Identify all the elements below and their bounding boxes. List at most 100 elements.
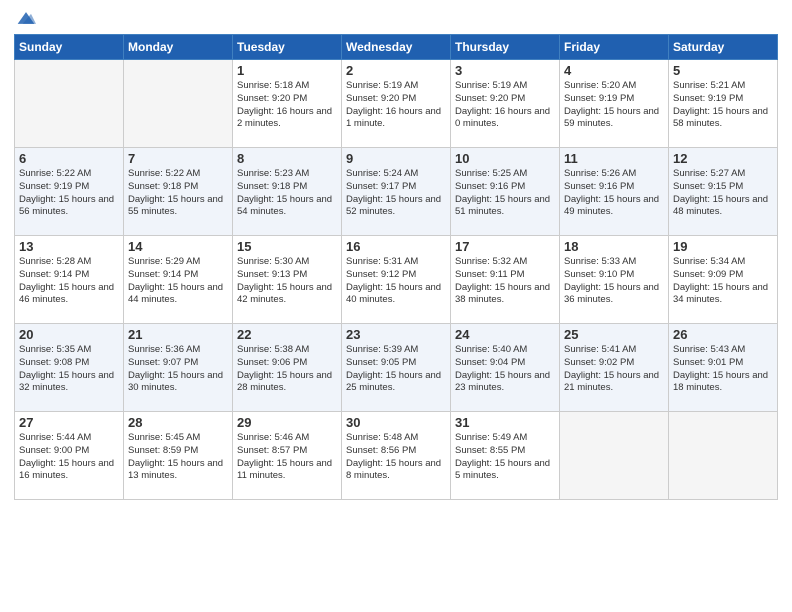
day-number: 22 <box>237 327 337 342</box>
day-number: 20 <box>19 327 119 342</box>
day-info: Sunrise: 5:24 AM Sunset: 9:17 PM Dayligh… <box>346 168 446 219</box>
day-number: 10 <box>455 151 555 166</box>
calendar-day-cell: 30 Sunrise: 5:48 AM Sunset: 8:56 PM Dayli… <box>342 412 451 500</box>
calendar-day-cell: 27 Sunrise: 5:44 AM Sunset: 9:00 PM Dayli… <box>15 412 124 500</box>
day-info: Sunrise: 5:48 AM Sunset: 8:56 PM Dayligh… <box>346 432 446 483</box>
calendar-day-cell: 16 Sunrise: 5:31 AM Sunset: 9:12 PM Dayli… <box>342 236 451 324</box>
logo-text <box>14 10 36 28</box>
day-number: 27 <box>19 415 119 430</box>
calendar-day-cell: 13 Sunrise: 5:28 AM Sunset: 9:14 PM Dayli… <box>15 236 124 324</box>
day-info: Sunrise: 5:28 AM Sunset: 9:14 PM Dayligh… <box>19 256 119 307</box>
calendar-day-cell <box>124 60 233 148</box>
calendar-day-cell: 9 Sunrise: 5:24 AM Sunset: 9:17 PM Daylig… <box>342 148 451 236</box>
day-info: Sunrise: 5:29 AM Sunset: 9:14 PM Dayligh… <box>128 256 228 307</box>
day-number: 5 <box>673 63 773 78</box>
calendar-day-cell <box>560 412 669 500</box>
calendar-week-row: 6 Sunrise: 5:22 AM Sunset: 9:19 PM Daylig… <box>15 148 778 236</box>
calendar-day-cell: 23 Sunrise: 5:39 AM Sunset: 9:05 PM Dayli… <box>342 324 451 412</box>
calendar-container: SundayMondayTuesdayWednesdayThursdayFrid… <box>0 0 792 612</box>
calendar-day-cell: 15Sunrise: 5:30 AM Sunset: 9:13 PM Dayli… <box>233 236 342 324</box>
calendar-day-cell: 4Sunrise: 5:20 AM Sunset: 9:19 PM Daylig… <box>560 60 669 148</box>
day-number: 19 <box>673 239 773 254</box>
day-info: Sunrise: 5:20 AM Sunset: 9:19 PM Dayligh… <box>564 80 664 131</box>
day-info: Sunrise: 5:31 AM Sunset: 9:12 PM Dayligh… <box>346 256 446 307</box>
day-info: Sunrise: 5:33 AM Sunset: 9:10 PM Dayligh… <box>564 256 664 307</box>
day-info: Sunrise: 5:18 AM Sunset: 9:20 PM Dayligh… <box>237 80 337 131</box>
day-number: 28 <box>128 415 228 430</box>
calendar-week-row: 1 Sunrise: 5:18 AM Sunset: 9:20 PM Daylig… <box>15 60 778 148</box>
day-number: 16 <box>346 239 446 254</box>
calendar-day-cell: 1 Sunrise: 5:18 AM Sunset: 9:20 PM Daylig… <box>233 60 342 148</box>
calendar-day-cell: 6 Sunrise: 5:22 AM Sunset: 9:19 PM Daylig… <box>15 148 124 236</box>
day-info: Sunrise: 5:32 AM Sunset: 9:11 PM Dayligh… <box>455 256 555 307</box>
calendar-week-row: 13 Sunrise: 5:28 AM Sunset: 9:14 PM Dayli… <box>15 236 778 324</box>
logo-icon <box>16 8 36 28</box>
day-number: 23 <box>346 327 446 342</box>
calendar-day-cell: 10 Sunrise: 5:25 AM Sunset: 9:16 PM Dayli… <box>451 148 560 236</box>
day-info: Sunrise: 5:26 AM Sunset: 9:16 PM Dayligh… <box>564 168 664 219</box>
calendar-day-cell: 31 Sunrise: 5:49 AM Sunset: 8:55 PM Dayli… <box>451 412 560 500</box>
day-number: 31 <box>455 415 555 430</box>
day-info: Sunrise: 5:38 AM Sunset: 9:06 PM Dayligh… <box>237 344 337 395</box>
day-info: Sunrise: 5:44 AM Sunset: 9:00 PM Dayligh… <box>19 432 119 483</box>
day-number: 26 <box>673 327 773 342</box>
weekday-header: Friday <box>560 35 669 60</box>
day-info: Sunrise: 5:22 AM Sunset: 9:19 PM Dayligh… <box>19 168 119 219</box>
day-number: 9 <box>346 151 446 166</box>
day-number: 18 <box>564 239 664 254</box>
day-info: Sunrise: 5:40 AM Sunset: 9:04 PM Dayligh… <box>455 344 555 395</box>
calendar-day-cell: 5 Sunrise: 5:21 AM Sunset: 9:19 PM Daylig… <box>669 60 778 148</box>
weekday-header: Wednesday <box>342 35 451 60</box>
weekday-header: Sunday <box>15 35 124 60</box>
day-number: 6 <box>19 151 119 166</box>
day-info: Sunrise: 5:49 AM Sunset: 8:55 PM Dayligh… <box>455 432 555 483</box>
calendar-week-row: 27 Sunrise: 5:44 AM Sunset: 9:00 PM Dayli… <box>15 412 778 500</box>
weekday-header-row: SundayMondayTuesdayWednesdayThursdayFrid… <box>15 35 778 60</box>
day-number: 2 <box>346 63 446 78</box>
day-info: Sunrise: 5:45 AM Sunset: 8:59 PM Dayligh… <box>128 432 228 483</box>
calendar-day-cell: 19 Sunrise: 5:34 AM Sunset: 9:09 PM Dayli… <box>669 236 778 324</box>
day-number: 1 <box>237 63 337 78</box>
calendar-day-cell: 17 Sunrise: 5:32 AM Sunset: 9:11 PM Dayli… <box>451 236 560 324</box>
calendar-day-cell: 26 Sunrise: 5:43 AM Sunset: 9:01 PM Dayli… <box>669 324 778 412</box>
day-number: 24 <box>455 327 555 342</box>
calendar-day-cell <box>669 412 778 500</box>
day-info: Sunrise: 5:43 AM Sunset: 9:01 PM Dayligh… <box>673 344 773 395</box>
day-info: Sunrise: 5:21 AM Sunset: 9:19 PM Dayligh… <box>673 80 773 131</box>
day-info: Sunrise: 5:30 AM Sunset: 9:13 PM Dayligh… <box>237 256 337 307</box>
day-number: 14 <box>128 239 228 254</box>
weekday-header: Tuesday <box>233 35 342 60</box>
calendar-day-cell: 28 Sunrise: 5:45 AM Sunset: 8:59 PM Dayli… <box>124 412 233 500</box>
day-info: Sunrise: 5:35 AM Sunset: 9:08 PM Dayligh… <box>19 344 119 395</box>
day-info: Sunrise: 5:34 AM Sunset: 9:09 PM Dayligh… <box>673 256 773 307</box>
day-number: 17 <box>455 239 555 254</box>
day-info: Sunrise: 5:23 AM Sunset: 9:18 PM Dayligh… <box>237 168 337 219</box>
day-info: Sunrise: 5:22 AM Sunset: 9:18 PM Dayligh… <box>128 168 228 219</box>
calendar-day-cell: 25 Sunrise: 5:41 AM Sunset: 9:02 PM Dayli… <box>560 324 669 412</box>
day-number: 30 <box>346 415 446 430</box>
day-number: 12 <box>673 151 773 166</box>
calendar-day-cell: 18 Sunrise: 5:33 AM Sunset: 9:10 PM Dayli… <box>560 236 669 324</box>
weekday-header: Thursday <box>451 35 560 60</box>
day-number: 29 <box>237 415 337 430</box>
day-info: Sunrise: 5:36 AM Sunset: 9:07 PM Dayligh… <box>128 344 228 395</box>
day-info: Sunrise: 5:25 AM Sunset: 9:16 PM Dayligh… <box>455 168 555 219</box>
day-info: Sunrise: 5:46 AM Sunset: 8:57 PM Dayligh… <box>237 432 337 483</box>
calendar-day-cell: 2Sunrise: 5:19 AM Sunset: 9:20 PM Daylig… <box>342 60 451 148</box>
day-info: Sunrise: 5:39 AM Sunset: 9:05 PM Dayligh… <box>346 344 446 395</box>
day-number: 7 <box>128 151 228 166</box>
calendar-table: SundayMondayTuesdayWednesdayThursdayFrid… <box>14 34 778 500</box>
calendar-day-cell: 21 Sunrise: 5:36 AM Sunset: 9:07 PM Dayli… <box>124 324 233 412</box>
calendar-day-cell: 3 Sunrise: 5:19 AM Sunset: 9:20 PM Daylig… <box>451 60 560 148</box>
day-number: 8 <box>237 151 337 166</box>
day-info: Sunrise: 5:19 AM Sunset: 9:20 PM Dayligh… <box>455 80 555 131</box>
day-number: 13 <box>19 239 119 254</box>
day-number: 25 <box>564 327 664 342</box>
calendar-day-cell: 24 Sunrise: 5:40 AM Sunset: 9:04 PM Dayli… <box>451 324 560 412</box>
calendar-day-cell: 7 Sunrise: 5:22 AM Sunset: 9:18 PM Daylig… <box>124 148 233 236</box>
weekday-header: Monday <box>124 35 233 60</box>
day-number: 3 <box>455 63 555 78</box>
day-info: Sunrise: 5:41 AM Sunset: 9:02 PM Dayligh… <box>564 344 664 395</box>
calendar-day-cell: 8 Sunrise: 5:23 AM Sunset: 9:18 PM Daylig… <box>233 148 342 236</box>
day-number: 21 <box>128 327 228 342</box>
